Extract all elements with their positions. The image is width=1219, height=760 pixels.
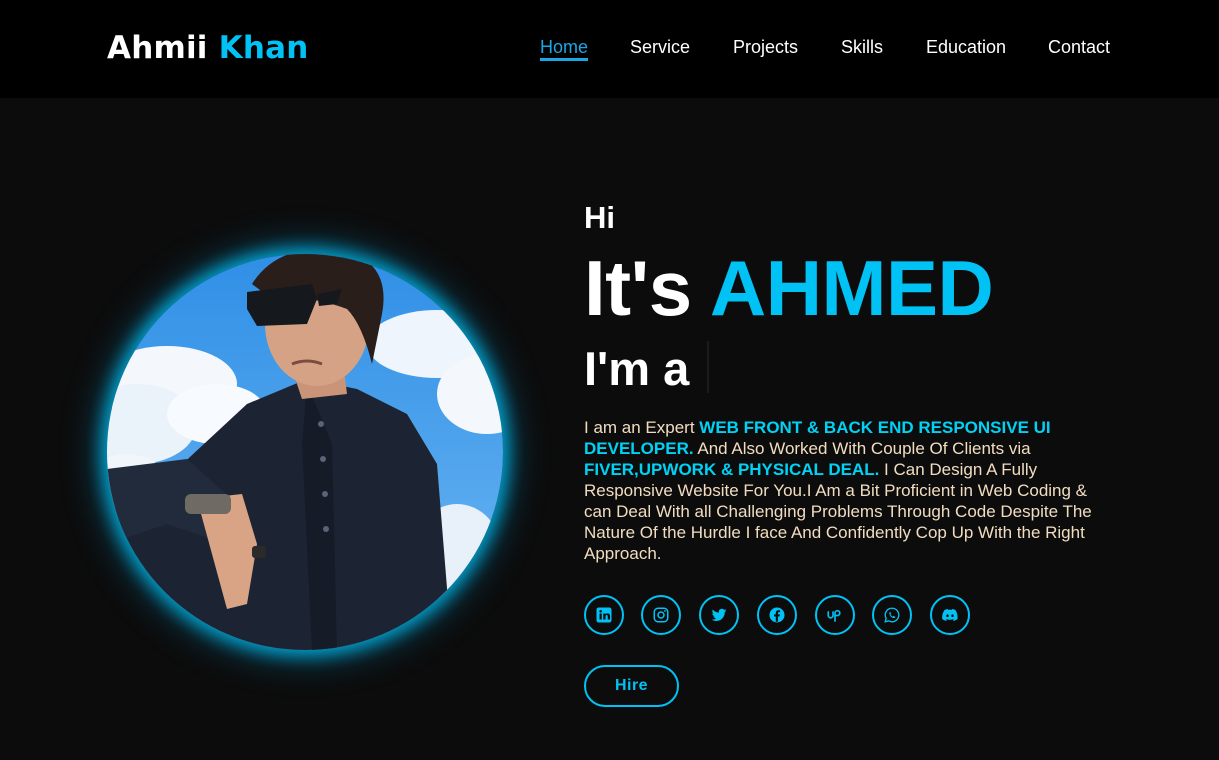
nav-service[interactable]: Service (630, 37, 690, 57)
top-navbar: Ahmii Khan Home Service Projects Skills … (0, 0, 1219, 98)
hero-greeting: Hi (584, 200, 615, 235)
main-nav: Home Service Projects Skills Education C… (0, 37, 1219, 67)
hero-intro-prefix: It's (584, 244, 692, 332)
desc-highlight-platforms: FIVER,UPWORK & PHYSICAL DEAL. (584, 460, 880, 479)
upwork-icon[interactable] (815, 595, 855, 635)
twitter-icon[interactable] (699, 595, 739, 635)
typing-cursor (707, 341, 709, 393)
social-links (584, 595, 984, 635)
profile-photo (107, 254, 503, 650)
profile-photo-illustration (107, 254, 503, 650)
nav-projects[interactable]: Projects (733, 37, 798, 57)
hero-role-prefix: I'm a (584, 342, 690, 395)
discord-icon[interactable] (930, 595, 970, 635)
hire-button[interactable]: Hire (584, 665, 679, 707)
desc-text-2: And Also Worked With Couple Of Clients v… (693, 439, 1031, 458)
nav-skills[interactable]: Skills (841, 37, 883, 57)
linkedin-icon[interactable] (584, 595, 624, 635)
whatsapp-icon[interactable] (872, 595, 912, 635)
nav-home[interactable]: Home (540, 37, 589, 61)
desc-text-1: I am an Expert (584, 418, 700, 437)
nav-education[interactable]: Education (926, 37, 1006, 57)
hero-intro: It's AHMED (584, 244, 994, 332)
facebook-icon[interactable] (757, 595, 797, 635)
instagram-icon[interactable] (641, 595, 681, 635)
nav-contact[interactable]: Contact (1048, 37, 1110, 57)
hero-description: I am an Expert WEB FRONT & BACK END RESP… (584, 417, 1114, 564)
hero-intro-name: AHMED (709, 244, 994, 332)
